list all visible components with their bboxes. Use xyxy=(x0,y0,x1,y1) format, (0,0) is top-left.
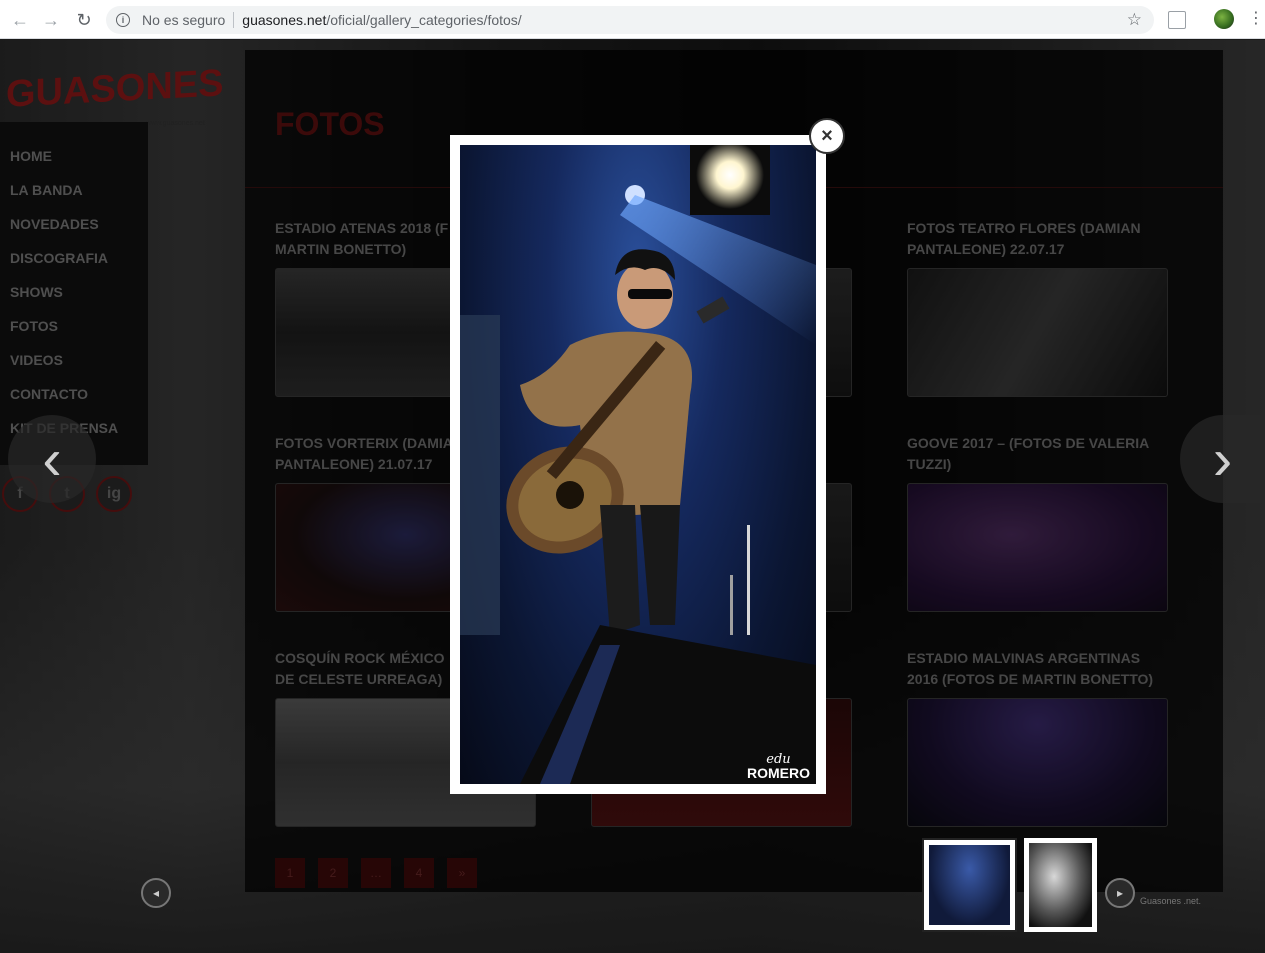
lightbox-photo[interactable]: edu ROMERO xyxy=(460,145,816,784)
extension-icon[interactable] xyxy=(1168,11,1186,29)
thumbnail-image xyxy=(929,845,1010,925)
forward-icon[interactable]: → xyxy=(36,5,66,35)
browser-toolbar: ← → ↻ i No es seguro guasones.net/oficia… xyxy=(0,0,1265,39)
thumbnail[interactable] xyxy=(1024,838,1097,932)
back-icon[interactable]: ← xyxy=(5,5,35,35)
thumbnail-image xyxy=(1029,843,1092,927)
thumbnail-active[interactable] xyxy=(922,838,1017,932)
bookmark-star-icon[interactable]: ☆ xyxy=(1127,10,1142,30)
footer-text: Guasones .net. xyxy=(1140,896,1202,906)
photographer-watermark: edu ROMERO xyxy=(747,753,810,781)
reload-icon[interactable]: ↻ xyxy=(69,5,99,35)
thumbnail-prev-button[interactable]: ◂ xyxy=(141,878,171,908)
concert-photo-illustration xyxy=(460,145,816,784)
info-icon[interactable]: i xyxy=(116,13,130,27)
watermark-name: ROMERO xyxy=(747,765,810,781)
url-path: /oficial/gallery_categories/fotos/ xyxy=(326,12,522,28)
thumbnail-next-button[interactable]: ▸ xyxy=(1105,878,1135,908)
lightbox-frame: edu ROMERO xyxy=(450,135,826,794)
menu-kebab-icon[interactable]: ⋮ xyxy=(1248,10,1264,28)
profile-avatar[interactable] xyxy=(1214,9,1234,29)
url-domain: guasones.net xyxy=(242,12,327,28)
address-separator xyxy=(233,12,235,28)
security-label: No es seguro xyxy=(142,12,226,28)
lightbox-close-button[interactable]: × xyxy=(809,118,845,154)
address-bar[interactable]: i No es seguro guasones.net/oficial/gall… xyxy=(106,6,1154,34)
lightbox-next-button[interactable]: › xyxy=(1180,415,1265,503)
lightbox-prev-button[interactable]: ‹ xyxy=(8,415,96,503)
